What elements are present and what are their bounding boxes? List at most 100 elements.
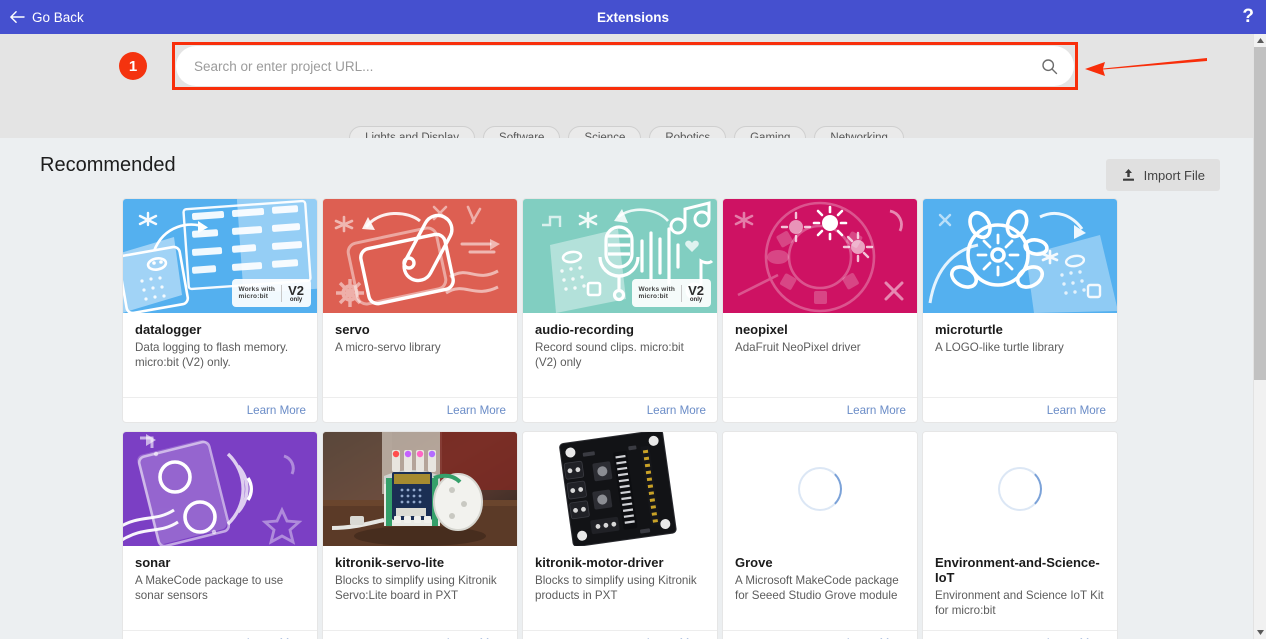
upload-icon	[1121, 168, 1136, 183]
content-area: Recommended Import File Works with micro…	[0, 138, 1253, 639]
card-body: microturtle A LOGO-like turtle library	[923, 313, 1117, 397]
badge-v2-label: V2	[288, 282, 304, 298]
card-footer: Learn More	[323, 397, 517, 422]
badge-v2-label: V2	[688, 282, 704, 298]
import-file-button[interactable]: Import File	[1105, 159, 1220, 191]
section-header: Recommended Import File	[0, 138, 1253, 198]
go-back-button[interactable]: Go Back	[9, 10, 84, 25]
annotation-step-badge: 1	[119, 52, 147, 80]
card-body: servo A micro-servo library	[323, 313, 517, 397]
card-body: sonar A MakeCode package to use sonar se…	[123, 546, 317, 630]
card-title: microturtle	[935, 322, 1003, 337]
learn-more-link[interactable]: Learn More	[1047, 404, 1106, 417]
badge-only-label: only	[689, 296, 703, 303]
search-section: Lights and Display Software Science Robo…	[0, 34, 1253, 150]
card-footer: Learn More	[123, 397, 317, 422]
extension-card-servo[interactable]: servo A micro-servo library Learn More	[322, 198, 518, 423]
search-input[interactable]	[194, 58, 1041, 74]
card-description: Data logging to flash memory. micro:bit …	[135, 341, 289, 370]
card-thumbnail	[323, 199, 517, 313]
card-body: Environment-and-Science-IoT Environment …	[923, 546, 1117, 630]
card-thumbnail	[923, 199, 1117, 313]
works-with-microbit-v2-badge: Works with micro:bit V2 only	[631, 279, 711, 307]
scroll-up-arrow-icon[interactable]	[1254, 34, 1266, 47]
card-title: servo	[335, 322, 370, 337]
annotation-arrow-left-pointer-icon	[1083, 52, 1208, 89]
badge-brand-label: micro:bit	[638, 293, 669, 300]
card-title: kitronik-motor-driver	[535, 555, 664, 570]
works-with-microbit-v2-badge: Works with micro:bit V2 only	[231, 279, 311, 307]
badge-works-with-label: Works with	[638, 285, 676, 293]
badge-only-label: only	[289, 296, 303, 303]
extension-card-datalogger[interactable]: Works with micro:bit V2 only datalogger …	[122, 198, 318, 423]
import-file-label: Import File	[1143, 167, 1205, 183]
extension-card-neopixel[interactable]: neopixel AdaFruit NeoPixel driver Learn …	[722, 198, 918, 423]
search-bar[interactable]	[176, 46, 1074, 86]
card-title: sonar	[135, 555, 171, 570]
card-body: kitronik-servo-lite Blocks to simplify u…	[323, 546, 517, 630]
extension-card-kitronik-motor-driver[interactable]: kitronik-motor-driver Blocks to simplify…	[522, 431, 718, 639]
card-title: neopixel	[735, 322, 788, 337]
loading-spinner-icon	[998, 467, 1042, 511]
card-description: A Microsoft MakeCode package for Seeed S…	[735, 574, 899, 603]
card-footer: Learn More	[923, 630, 1117, 639]
extension-card-grid: Works with micro:bit V2 only datalogger …	[0, 198, 1253, 639]
card-description: Blocks to simplify using Kitronik produc…	[535, 574, 697, 603]
card-thumbnail	[323, 432, 517, 546]
card-footer: Learn More	[723, 630, 917, 639]
card-thumbnail	[523, 432, 717, 546]
learn-more-link[interactable]: Learn More	[847, 404, 906, 417]
extension-card-sonar[interactable]: sonar A MakeCode package to use sonar se…	[122, 431, 318, 639]
card-description: Blocks to simplify using Kitronik Servo:…	[335, 574, 497, 603]
loading-spinner-icon	[798, 467, 842, 511]
scroll-down-arrow-icon[interactable]	[1254, 626, 1266, 639]
card-title: audio-recording	[535, 322, 634, 337]
vertical-scrollbar[interactable]	[1253, 34, 1266, 639]
card-title: Grove	[735, 555, 773, 570]
card-footer: Learn More	[923, 397, 1117, 422]
extension-card-audio-recording[interactable]: Works with micro:bit V2 only audio-recor…	[522, 198, 718, 423]
search-icon[interactable]	[1041, 58, 1058, 75]
card-description: A micro-servo library	[335, 341, 441, 354]
card-title: Environment-and-Science-IoT	[935, 555, 1100, 585]
extension-card-microturtle[interactable]: microturtle A LOGO-like turtle library L…	[922, 198, 1118, 423]
card-thumbnail	[723, 199, 917, 313]
arrow-left-icon	[9, 10, 25, 24]
extension-card-grove[interactable]: Grove A Microsoft MakeCode package for S…	[722, 431, 918, 639]
card-thumbnail: Works with micro:bit V2 only	[523, 199, 717, 313]
top-bar: Go Back Extensions ?	[0, 0, 1266, 34]
card-footer: Learn More	[523, 630, 717, 639]
extension-card-kitronik-servo-lite[interactable]: kitronik-servo-lite Blocks to simplify u…	[322, 431, 518, 639]
card-thumbnail-loading	[923, 432, 1117, 546]
badge-divider	[681, 284, 683, 302]
card-thumbnail: Works with micro:bit V2 only	[123, 199, 317, 313]
card-footer: Learn More	[123, 630, 317, 639]
card-thumbnail-loading	[723, 432, 917, 546]
badge-divider	[281, 284, 283, 302]
card-description: A MakeCode package to use sonar sensors	[135, 574, 284, 603]
card-body: audio-recording Record sound clips. micr…	[523, 313, 717, 397]
learn-more-link[interactable]: Learn More	[447, 404, 506, 417]
help-button[interactable]: ?	[1242, 0, 1254, 34]
recommended-heading: Recommended	[40, 154, 176, 176]
card-body: neopixel AdaFruit NeoPixel driver	[723, 313, 917, 397]
extension-card-environment-and-science-iot[interactable]: Environment-and-Science-IoT Environment …	[922, 431, 1118, 639]
page-title: Extensions	[596, 9, 670, 25]
card-footer: Learn More	[523, 397, 717, 422]
card-footer: Learn More	[723, 397, 917, 422]
card-title: kitronik-servo-lite	[335, 555, 445, 570]
badge-works-with-label: Works with	[238, 285, 276, 293]
card-title: datalogger	[135, 322, 202, 337]
learn-more-link[interactable]: Learn More	[647, 404, 706, 417]
card-body: kitronik-motor-driver Blocks to simplify…	[523, 546, 717, 630]
card-footer: Learn More	[323, 630, 517, 639]
card-body: Grove A Microsoft MakeCode package for S…	[723, 546, 917, 630]
learn-more-link[interactable]: Learn More	[247, 404, 306, 417]
badge-brand-label: micro:bit	[238, 293, 269, 300]
card-description: A LOGO-like turtle library	[935, 341, 1064, 354]
card-description: Record sound clips. micro:bit (V2) only	[535, 341, 684, 370]
go-back-label: Go Back	[32, 9, 84, 25]
search-bar-container	[176, 46, 1074, 86]
card-thumbnail	[123, 432, 317, 546]
scrollbar-thumb[interactable]	[1254, 47, 1266, 380]
